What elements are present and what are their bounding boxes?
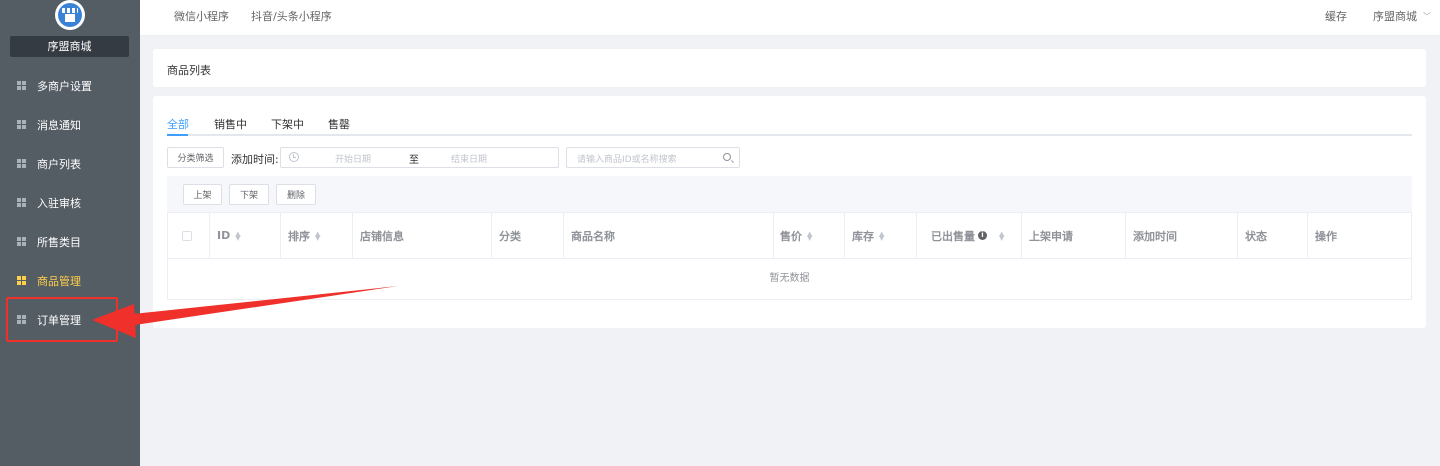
annotation-arrow-icon bbox=[92, 286, 398, 338]
